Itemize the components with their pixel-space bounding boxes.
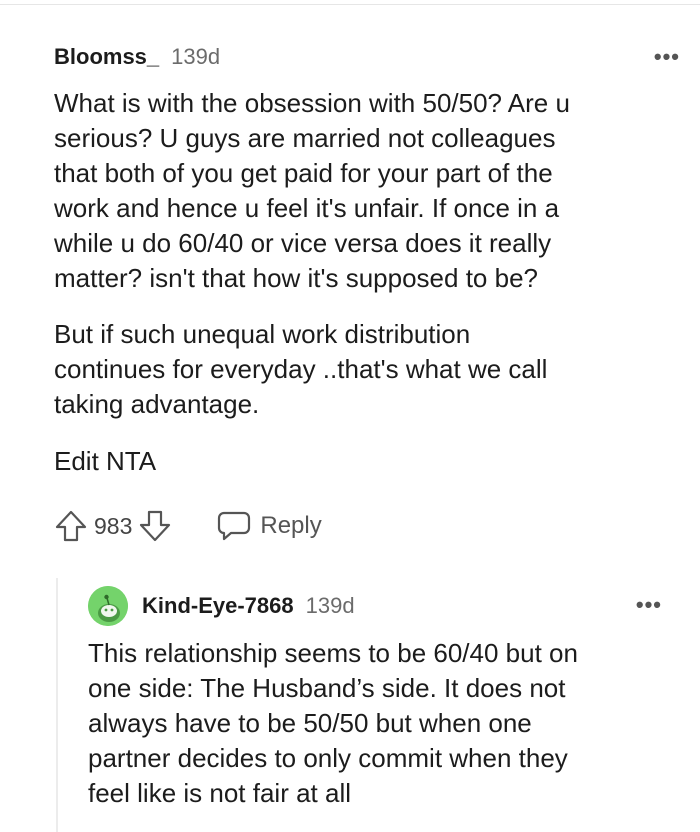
comment-edit: Edit NTA [54, 444, 680, 479]
more-options-icon[interactable]: ••• [636, 592, 662, 618]
comment-actions: 983 Reply [54, 508, 322, 544]
comment-line: continues for everyday ..that's what we … [54, 354, 548, 384]
comment-username[interactable]: Bloomss_ [54, 44, 159, 70]
comment-line: taking advantage. [54, 389, 260, 419]
reply-meta: Kind-Eye-7868 139d [88, 584, 662, 628]
comment-age: 139d [171, 44, 221, 69]
comment-line: serious? U guys are married not colleagu… [54, 123, 556, 153]
reply-comment: Kind-Eye-7868 139d ••• [88, 584, 662, 628]
upvote-arrow-icon [55, 510, 87, 542]
snoo-avatar-icon[interactable] [88, 586, 128, 626]
reply-line: partner decides to only commit when they [88, 743, 568, 773]
reply-username[interactable]: Kind-Eye-7868 [142, 593, 294, 619]
speech-bubble-icon [218, 511, 251, 541]
comment-line: matter? isn't that how it's supposed to … [54, 263, 538, 293]
comment-line: What is with the obsession with 50/50? A… [54, 88, 570, 118]
snoo-avatar-graphic [88, 586, 128, 626]
comment-line: while u do 60/40 or vice versa does it r… [54, 228, 552, 258]
comment-line: that both of you get paid for your part … [54, 158, 553, 188]
comment: Bloomss_ 139d ••• [54, 44, 680, 72]
comment-line: Edit NTA [54, 446, 157, 476]
downvote-button[interactable] [138, 509, 172, 543]
reply-body: This relationship seems to be 60/40 but … [88, 636, 662, 811]
reply-line: This relationship seems to be 60/40 but … [88, 638, 578, 668]
more-options-icon[interactable]: ••• [654, 44, 680, 70]
top-divider [0, 4, 700, 5]
thread-line[interactable] [56, 578, 58, 832]
reply-button[interactable]: Reply [216, 510, 322, 542]
reply-line: always have to be 50/50 but when one [88, 708, 532, 738]
comment-body-second: But if such unequal work distribution co… [54, 317, 680, 422]
reply-line: one side: The Husband’s side. It does no… [88, 673, 566, 703]
comment-line: But if such unequal work distribution [54, 319, 471, 349]
comment-line: work and hence u feel it's unfair. If on… [54, 193, 560, 223]
reply-line: feel like is not fair at all [88, 778, 352, 808]
upvote-button[interactable] [54, 509, 88, 543]
reply-label: Reply [260, 512, 322, 539]
comment-body: What is with the obsession with 50/50? A… [54, 86, 680, 296]
reply-age: 139d [305, 593, 355, 618]
comment-meta: Bloomss_ 139d [54, 44, 680, 72]
vote-count: 983 [94, 512, 133, 539]
downvote-arrow-icon [140, 510, 171, 542]
